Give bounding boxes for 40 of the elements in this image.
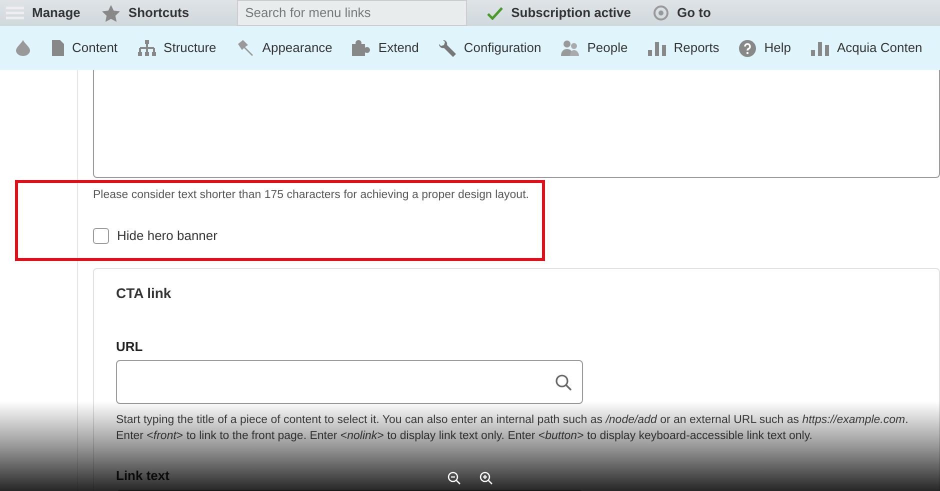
- field-label: URL: [116, 338, 144, 356]
- help-text: Please consider text shorter than 175 characters for achieving a proper design layout.: [93, 188, 530, 203]
- wrench-icon: [438, 40, 456, 56]
- manage-link[interactable]: Manage: [0, 3, 80, 23]
- menu-link[interactable]: Extend: [352, 38, 419, 58]
- menu-link[interactable]: Structure: [138, 38, 216, 58]
- menu-link[interactable]: Acquia Conten: [811, 38, 922, 58]
- check-icon: [487, 6, 504, 20]
- checkbox-label: Hide hero banner: [117, 227, 218, 246]
- drop-icon[interactable]: [16, 40, 30, 56]
- menu-link[interactable]: Content: [52, 38, 118, 58]
- people-icon: [561, 40, 580, 56]
- zoom-in-icon[interactable]: [479, 471, 493, 485]
- zoom-out-icon[interactable]: [447, 471, 461, 485]
- target-icon: [653, 5, 669, 21]
- textarea-field[interactable]: [93, 70, 940, 178]
- menu-link[interactable]: Help: [739, 38, 791, 58]
- menu-link[interactable]: People: [561, 38, 628, 58]
- search-field[interactable]: Search for menu links: [237, 0, 468, 26]
- menu-link[interactable]: Appearance: [236, 38, 332, 58]
- toolbar-link[interactable]: Subscription active: [487, 3, 631, 23]
- search-icon: [555, 374, 572, 391]
- help-icon: [739, 40, 756, 56]
- puzzle-icon: [352, 40, 370, 56]
- panel-title: CTA link: [116, 284, 172, 303]
- menu-icon: [6, 6, 24, 20]
- toolbar-link[interactable]: Go to: [653, 3, 711, 23]
- url-field[interactable]: [116, 360, 583, 404]
- bar-chart-icon: [811, 40, 829, 56]
- toolbar-link[interactable]: Shortcuts: [102, 3, 190, 23]
- hammer-icon: [236, 40, 254, 56]
- checkbox[interactable]: [93, 228, 109, 244]
- page-icon: [52, 40, 64, 56]
- menu-link[interactable]: Reports: [648, 38, 720, 58]
- help-text: Start typing the title of a piece of content to select it. You can also enter an internal path such as /node/add or an external URL such as https://example.com. Enter <front> to link to the front page. Enter <nolink> to display link text only. Enter <button> to display keyboard-accessible link text only.: [116, 413, 910, 444]
- field-label: Link text: [116, 467, 170, 486]
- star-icon: [102, 4, 120, 22]
- menu-link[interactable]: Configuration: [438, 38, 542, 58]
- hierarchy-icon: [138, 40, 156, 56]
- bar-chart-icon: [648, 40, 666, 56]
